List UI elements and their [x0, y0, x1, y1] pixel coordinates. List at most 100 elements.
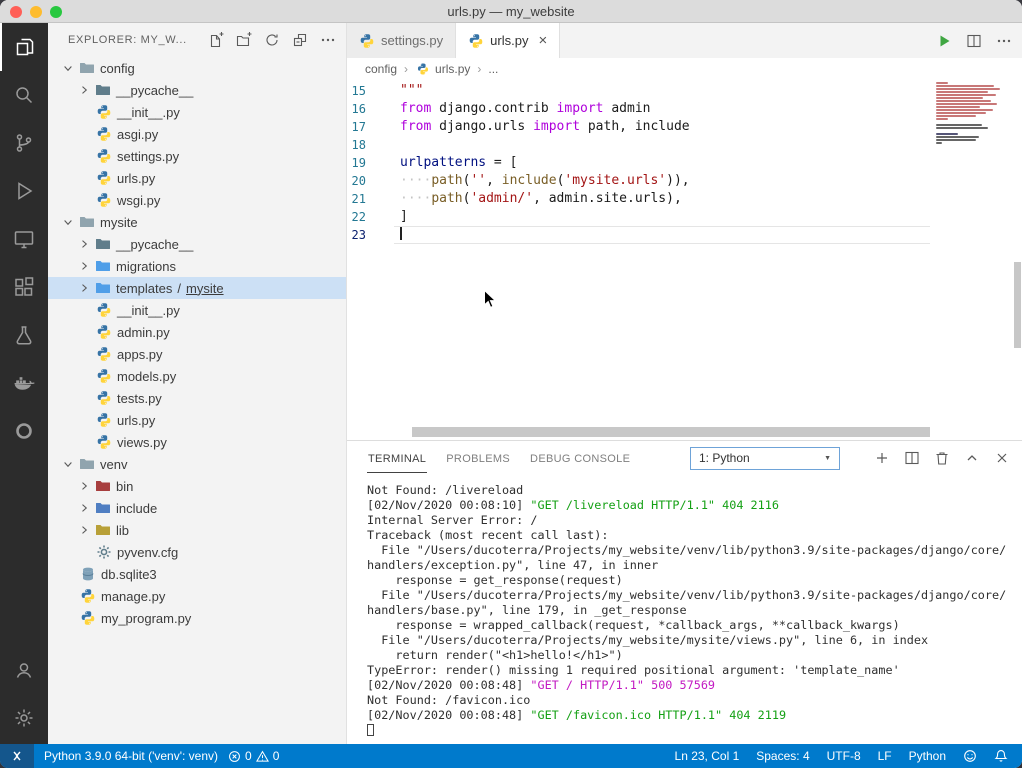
activity-search[interactable] — [0, 71, 48, 119]
activity-remote-explorer[interactable] — [0, 215, 48, 263]
panel-tab-problems[interactable]: PROBLEMS — [445, 443, 511, 473]
code-line-23[interactable]: 23 — [347, 226, 1022, 244]
tree-folder-lib[interactable]: lib — [48, 519, 346, 541]
tree-file-urls.py[interactable]: urls.py — [48, 409, 346, 431]
close-tab-icon[interactable]: × — [538, 33, 547, 48]
status-python-interpreter[interactable]: Python 3.9.0 64-bit ('venv': venv) — [44, 749, 218, 763]
tree-file-admin.py[interactable]: admin.py — [48, 321, 346, 343]
error-count: 0 — [245, 749, 252, 763]
tree-file-views.py[interactable]: views.py — [48, 431, 346, 453]
status-problems[interactable]: 0 0 — [228, 749, 279, 763]
line-number[interactable]: 15 — [347, 82, 378, 100]
breadcrumb-item[interactable]: ... — [488, 62, 498, 76]
more-actions-icon[interactable] — [320, 32, 336, 48]
zoom-window-button[interactable] — [50, 6, 62, 18]
tree-file-__init__.py[interactable]: __init__.py — [48, 299, 346, 321]
tree-folder-config[interactable]: config — [48, 57, 346, 79]
tab-urls.py[interactable]: urls.py× — [456, 23, 560, 58]
close-window-button[interactable] — [10, 6, 22, 18]
tree-file-urls.py[interactable]: urls.py — [48, 167, 346, 189]
new-terminal-icon[interactable] — [874, 450, 890, 466]
tree-file-my_program.py[interactable]: my_program.py — [48, 607, 346, 629]
code-line-17[interactable]: 17from django.urls import path, include — [347, 118, 1022, 136]
tree-file-settings.py[interactable]: settings.py — [48, 145, 346, 167]
tree-folder-mysite[interactable]: mysite — [48, 211, 346, 233]
new-file-icon[interactable] — [208, 32, 224, 48]
tree-folder-templates[interactable]: templates/mysite — [48, 277, 346, 299]
tree-folder-bin[interactable]: bin — [48, 475, 346, 497]
code-line-20[interactable]: 20····path('', include('mysite.urls')), — [347, 172, 1022, 190]
line-number[interactable]: 17 — [347, 118, 378, 136]
remote-icon — [9, 748, 25, 764]
activity-circle-extension[interactable] — [0, 407, 48, 455]
tree-folder-__pycache__[interactable]: __pycache__ — [48, 233, 346, 255]
status-encoding[interactable]: UTF-8 — [827, 749, 861, 763]
code-line-16[interactable]: 16from django.contrib import admin — [347, 100, 1022, 118]
line-number[interactable]: 18 — [347, 136, 378, 154]
minimap[interactable] — [936, 80, 1014, 148]
line-number[interactable]: 16 — [347, 100, 378, 118]
collapse-all-icon[interactable] — [292, 32, 308, 48]
refresh-icon[interactable] — [264, 32, 280, 48]
panel-tab-debug-console[interactable]: DEBUG CONSOLE — [529, 443, 631, 473]
status-indentation[interactable]: Spaces: 4 — [756, 749, 809, 763]
breadcrumb-item[interactable]: config — [365, 62, 397, 76]
tab-settings.py[interactable]: settings.py — [347, 23, 456, 58]
feedback-icon[interactable] — [963, 749, 977, 763]
activity-account[interactable] — [0, 646, 48, 694]
line-number[interactable]: 19 — [347, 154, 378, 172]
code-line-21[interactable]: 21····path('admin/', admin.site.urls), — [347, 190, 1022, 208]
run-python-file-icon[interactable] — [936, 33, 952, 49]
tree-folder-venv[interactable]: venv — [48, 453, 346, 475]
status-cursor-position[interactable]: Ln 23, Col 1 — [675, 749, 740, 763]
terminal-output[interactable]: Not Found: /livereload[02/Nov/2020 00:08… — [347, 475, 1022, 738]
split-editor-icon[interactable] — [966, 33, 982, 49]
status-eol[interactable]: LF — [878, 749, 892, 763]
activity-explorer[interactable] — [0, 23, 48, 71]
code-editor[interactable]: 15"""16from django.contrib import admin1… — [347, 80, 1022, 440]
line-content — [378, 226, 402, 244]
vertical-scrollbar[interactable] — [1014, 262, 1021, 348]
kill-terminal-icon[interactable] — [934, 450, 950, 466]
tree-file-asgi.py[interactable]: asgi.py — [48, 123, 346, 145]
terminal-shell-select[interactable]: 1: Python ▼ — [690, 447, 840, 470]
code-line-18[interactable]: 18 — [347, 136, 1022, 154]
tree-item-label: manage.py — [101, 589, 165, 604]
more-actions-icon[interactable] — [996, 33, 1012, 49]
tree-folder-include[interactable]: include — [48, 497, 346, 519]
activity-run-and-debug[interactable] — [0, 167, 48, 215]
breadcrumb-item[interactable]: urls.py — [415, 61, 470, 77]
tree-file-apps.py[interactable]: apps.py — [48, 343, 346, 365]
line-number[interactable]: 23 — [347, 226, 378, 244]
minimize-window-button[interactable] — [30, 6, 42, 18]
tree-file-db.sqlite3[interactable]: db.sqlite3 — [48, 563, 346, 585]
activity-docker[interactable] — [0, 359, 48, 407]
activity-testing[interactable] — [0, 311, 48, 359]
line-number[interactable]: 21 — [347, 190, 378, 208]
panel-tab-terminal[interactable]: TERMINAL — [367, 443, 427, 473]
tree-folder-__pycache__[interactable]: __pycache__ — [48, 79, 346, 101]
code-line-19[interactable]: 19urlpatterns = [ — [347, 154, 1022, 172]
line-number[interactable]: 22 — [347, 208, 378, 226]
line-number[interactable]: 20 — [347, 172, 378, 190]
code-line-22[interactable]: 22] — [347, 208, 1022, 226]
remote-indicator[interactable] — [0, 744, 34, 768]
tree-file-tests.py[interactable]: tests.py — [48, 387, 346, 409]
activity-settings[interactable] — [0, 694, 48, 742]
split-terminal-icon[interactable] — [904, 450, 920, 466]
activity-extensions[interactable] — [0, 263, 48, 311]
code-line-15[interactable]: 15""" — [347, 82, 1022, 100]
tree-file-__init__.py[interactable]: __init__.py — [48, 101, 346, 123]
activity-source-control[interactable] — [0, 119, 48, 167]
tree-file-models.py[interactable]: models.py — [48, 365, 346, 387]
tree-folder-migrations[interactable]: migrations — [48, 255, 346, 277]
tree-file-wsgi.py[interactable]: wsgi.py — [48, 189, 346, 211]
status-language-mode[interactable]: Python — [909, 749, 946, 763]
tree-file-pyvenv.cfg[interactable]: pyvenv.cfg — [48, 541, 346, 563]
notifications-bell-icon[interactable] — [994, 749, 1008, 763]
close-panel-icon[interactable] — [994, 450, 1010, 466]
new-folder-icon[interactable] — [236, 32, 252, 48]
maximize-panel-icon[interactable] — [964, 450, 980, 466]
horizontal-scrollbar[interactable] — [412, 427, 930, 437]
tree-file-manage.py[interactable]: manage.py — [48, 585, 346, 607]
